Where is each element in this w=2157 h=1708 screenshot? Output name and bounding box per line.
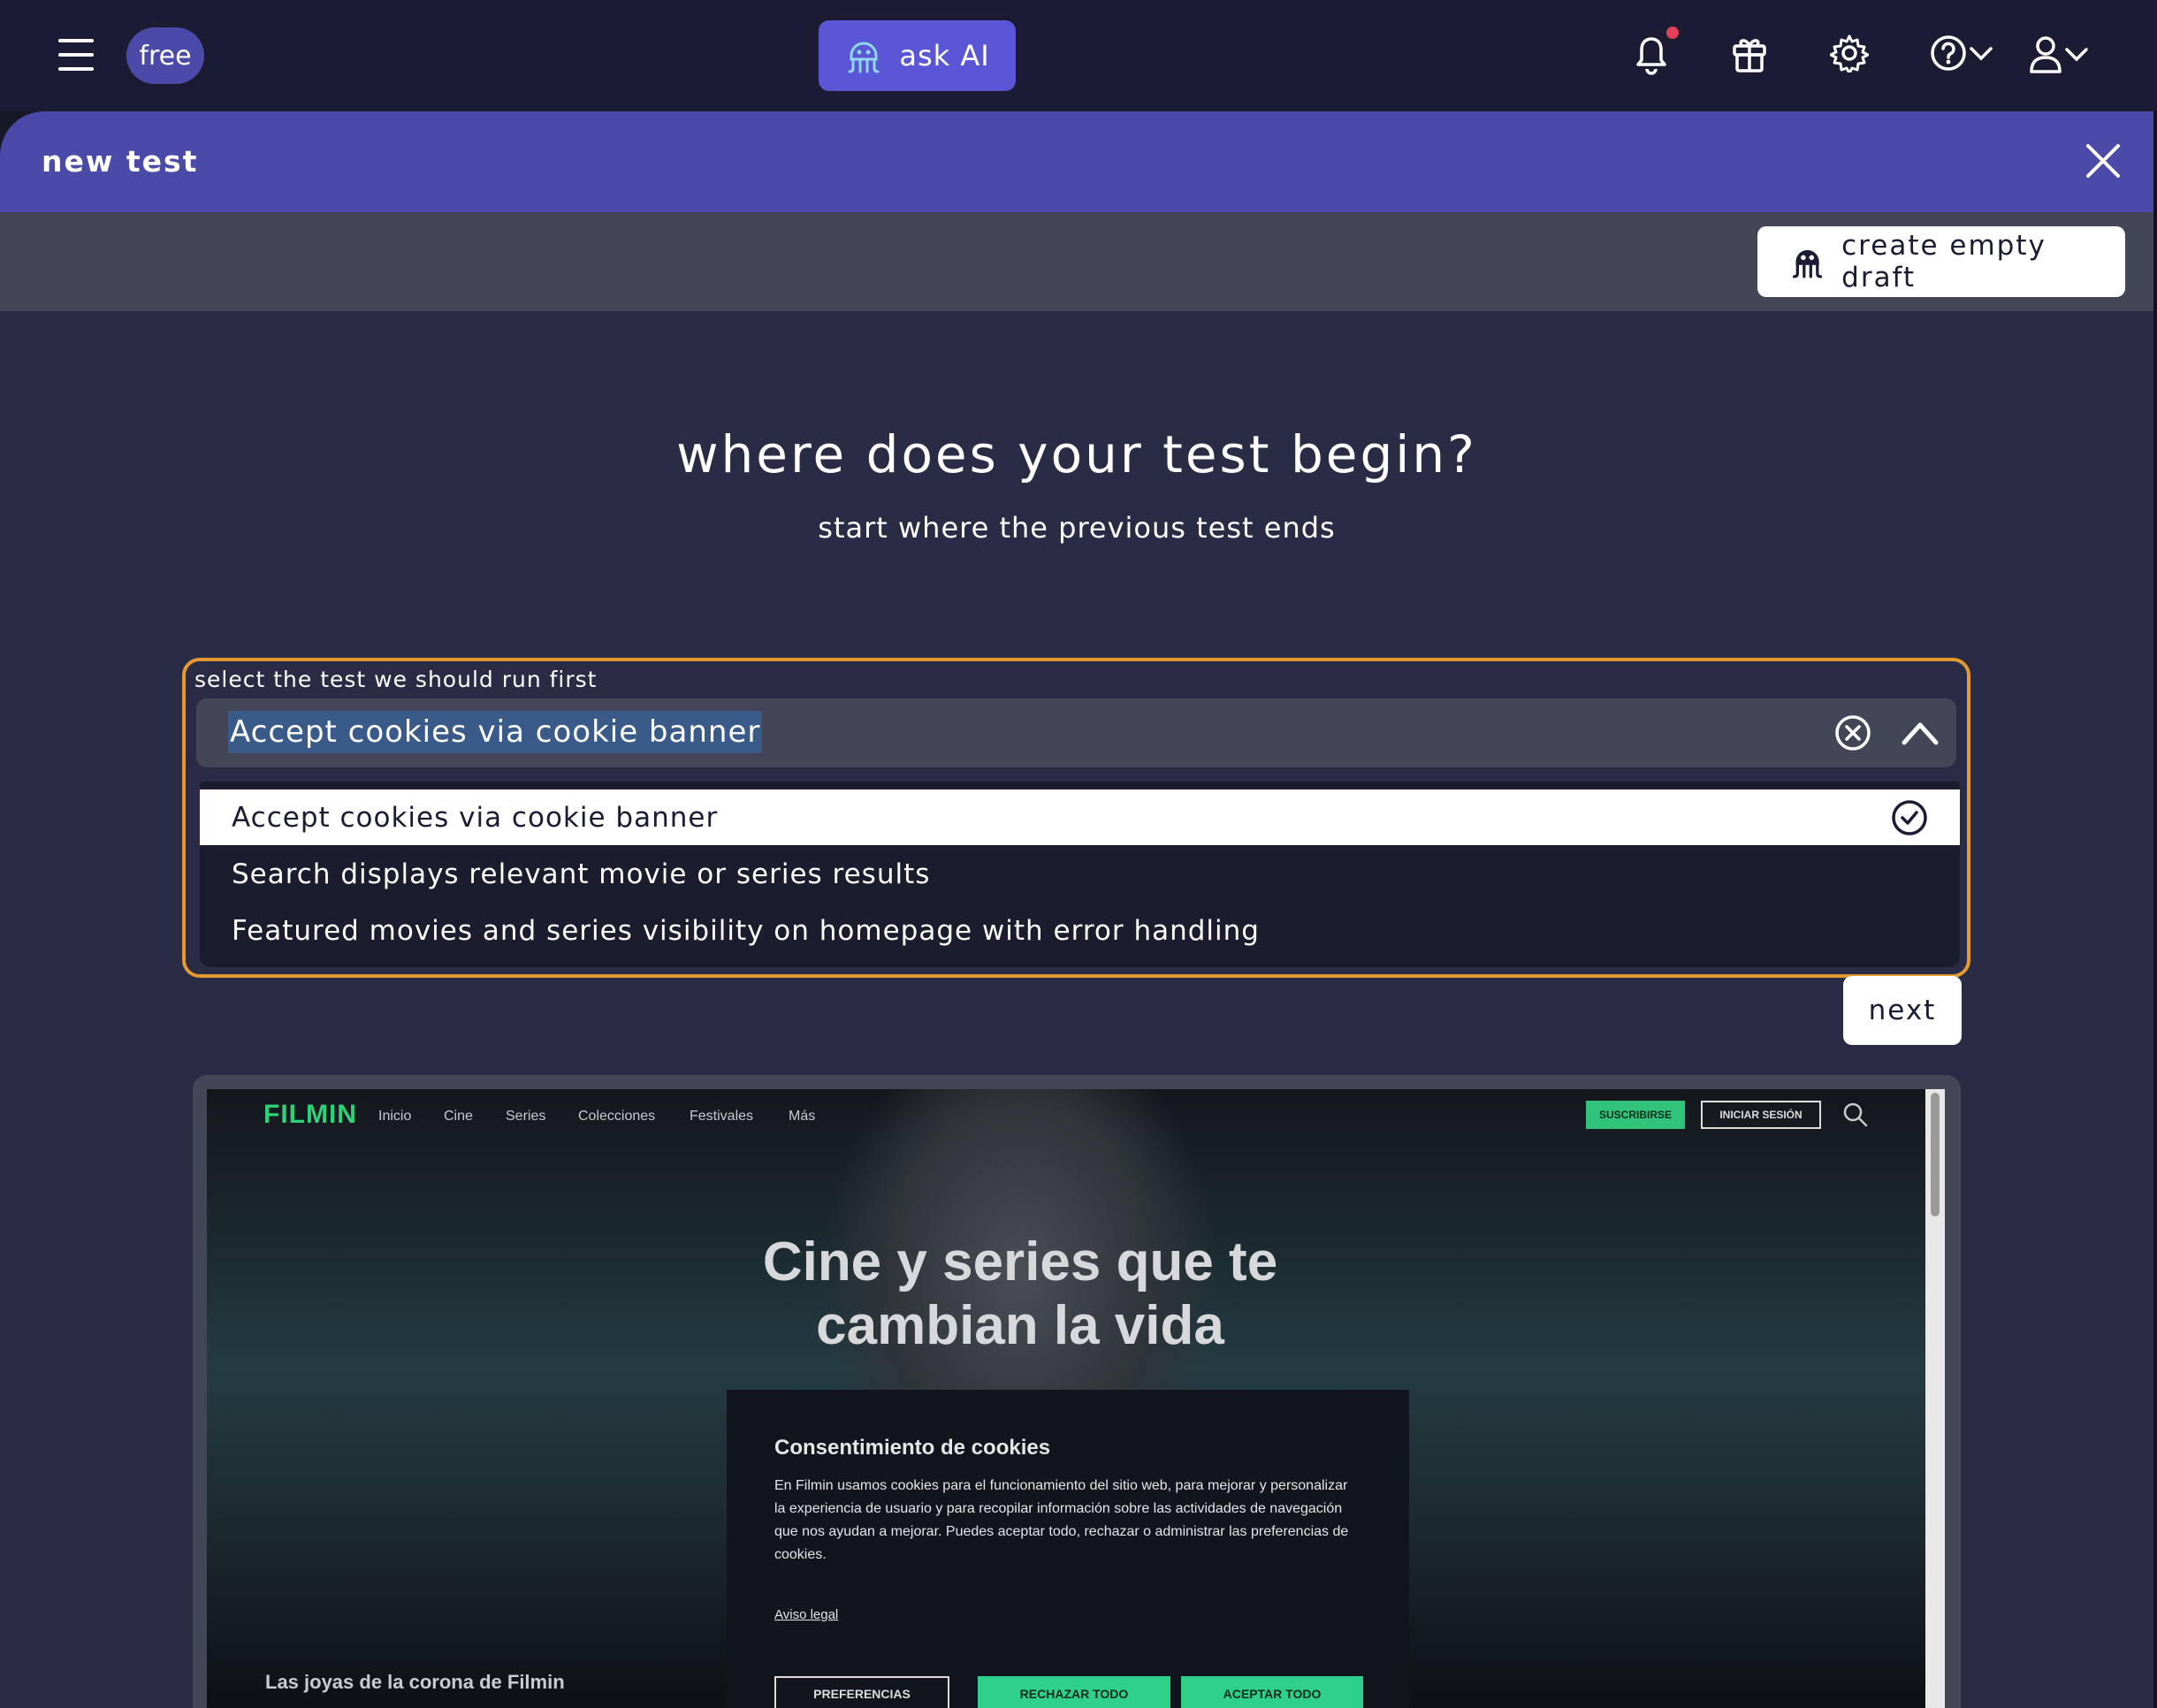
create-empty-draft-button[interactable]: create empty draft	[1757, 226, 2125, 297]
options-dropdown: Accept cookies via cookie banner Search …	[200, 782, 1960, 967]
help-menu[interactable]	[1929, 34, 1994, 72]
page-heading: where does your test begin?	[676, 424, 1477, 484]
preview-hero-text: Cine y series que te cambian la vida	[762, 1231, 1278, 1356]
preview-nav-link: Festivales	[690, 1109, 754, 1124]
panel-header: new test	[0, 111, 2157, 212]
octopus-icon	[848, 42, 880, 73]
cookie-body: En Filmin usamos cookies para el funcion…	[774, 1478, 1349, 1562]
octopus-icon	[1792, 249, 1823, 278]
option-label: Search displays relevant movie or series…	[232, 858, 931, 890]
chevron-down-icon	[2065, 48, 2088, 62]
chevron-up-icon[interactable]	[1901, 716, 1940, 750]
screenshot-preview: FILMIN Inicio Cine Series Colecciones Fe…	[207, 1089, 1945, 1708]
clear-icon[interactable]	[1833, 713, 1872, 752]
preview-scrollbar	[1925, 1089, 1945, 1708]
cookie-title: Consentimiento de cookies	[774, 1436, 1051, 1460]
panel-title: new test	[42, 144, 199, 179]
user-menu[interactable]	[2028, 34, 2090, 74]
preview-scroll-thumb	[1931, 1093, 1940, 1216]
preview-nav-link: Series	[506, 1109, 546, 1124]
cookie-preferences-button: PREFERENCIAS	[774, 1676, 949, 1708]
help-icon	[1931, 35, 1966, 71]
cookie-reject-button: RECHAZAR TODO	[978, 1676, 1170, 1708]
option-item[interactable]: Accept cookies via cookie banner	[200, 789, 1960, 845]
preview-nav-link: Cine	[444, 1109, 473, 1124]
preview-subscribe-button: SUSCRIBIRSE	[1586, 1101, 1685, 1129]
option-label: Featured movies and series visibility on…	[232, 914, 1260, 947]
preview-brand: FILMIN	[263, 1100, 357, 1129]
preview-login-button: INICIAR SESIÓN	[1701, 1101, 1821, 1129]
preview-nav-link: Colecciones	[578, 1109, 656, 1124]
search-icon	[1843, 1102, 1868, 1127]
preview-nav: FILMIN Inicio Cine Series Colecciones Fe…	[207, 1089, 1945, 1142]
page-subheading: start where the previous test ends	[818, 511, 1336, 545]
ask-ai-button[interactable]: ask AI	[819, 20, 1016, 91]
window-edge	[2153, 111, 2157, 1708]
bell-icon[interactable]	[1634, 34, 1669, 76]
selected-value: Accept cookies via cookie banner	[228, 711, 763, 753]
cookie-legal-link: Aviso legal	[774, 1607, 839, 1622]
preview-nav-link: Inicio	[378, 1109, 412, 1124]
chevron-down-icon	[1970, 47, 1993, 61]
user-icon	[2030, 36, 2062, 73]
test-select-field: select the test we should run first Acce…	[182, 658, 1970, 978]
main-content: where does your test begin? start where …	[0, 311, 2157, 1708]
screenshot-preview-frame: FILMIN Inicio Cine Series Colecciones Fe…	[193, 1075, 1961, 1708]
check-circle-icon	[1892, 800, 1927, 835]
option-item[interactable]: Search displays relevant movie or series…	[200, 846, 1960, 902]
cookie-accept-button: ACEPTAR TODO	[1181, 1676, 1363, 1708]
preview-caption: Las joyas de la corona de Filmin	[265, 1671, 565, 1693]
hamburger-icon[interactable]	[58, 39, 94, 71]
close-icon[interactable]	[2083, 141, 2123, 181]
option-label: Accept cookies via cookie banner	[232, 801, 719, 834]
next-button[interactable]: next	[1843, 976, 1962, 1045]
create-empty-draft-label: create empty draft	[1841, 230, 2046, 294]
option-item[interactable]: Featured movies and series visibility on…	[200, 903, 1960, 958]
preview-cookie-banner: Consentimiento de cookies En Filmin usam…	[727, 1390, 1409, 1708]
field-label: select the test we should run first	[194, 667, 598, 692]
toolbar: create empty draft	[0, 212, 2157, 311]
top-bar: free ask AI	[0, 0, 2157, 111]
gift-icon[interactable]	[1731, 34, 1768, 74]
notification-dot	[1666, 27, 1679, 39]
gear-icon[interactable]	[1830, 34, 1869, 72]
plan-badge[interactable]: free	[126, 27, 204, 84]
test-select-input[interactable]: Accept cookies via cookie banner	[196, 698, 1956, 767]
preview-nav-link: Más	[789, 1109, 816, 1124]
ask-ai-label: ask AI	[899, 39, 990, 72]
